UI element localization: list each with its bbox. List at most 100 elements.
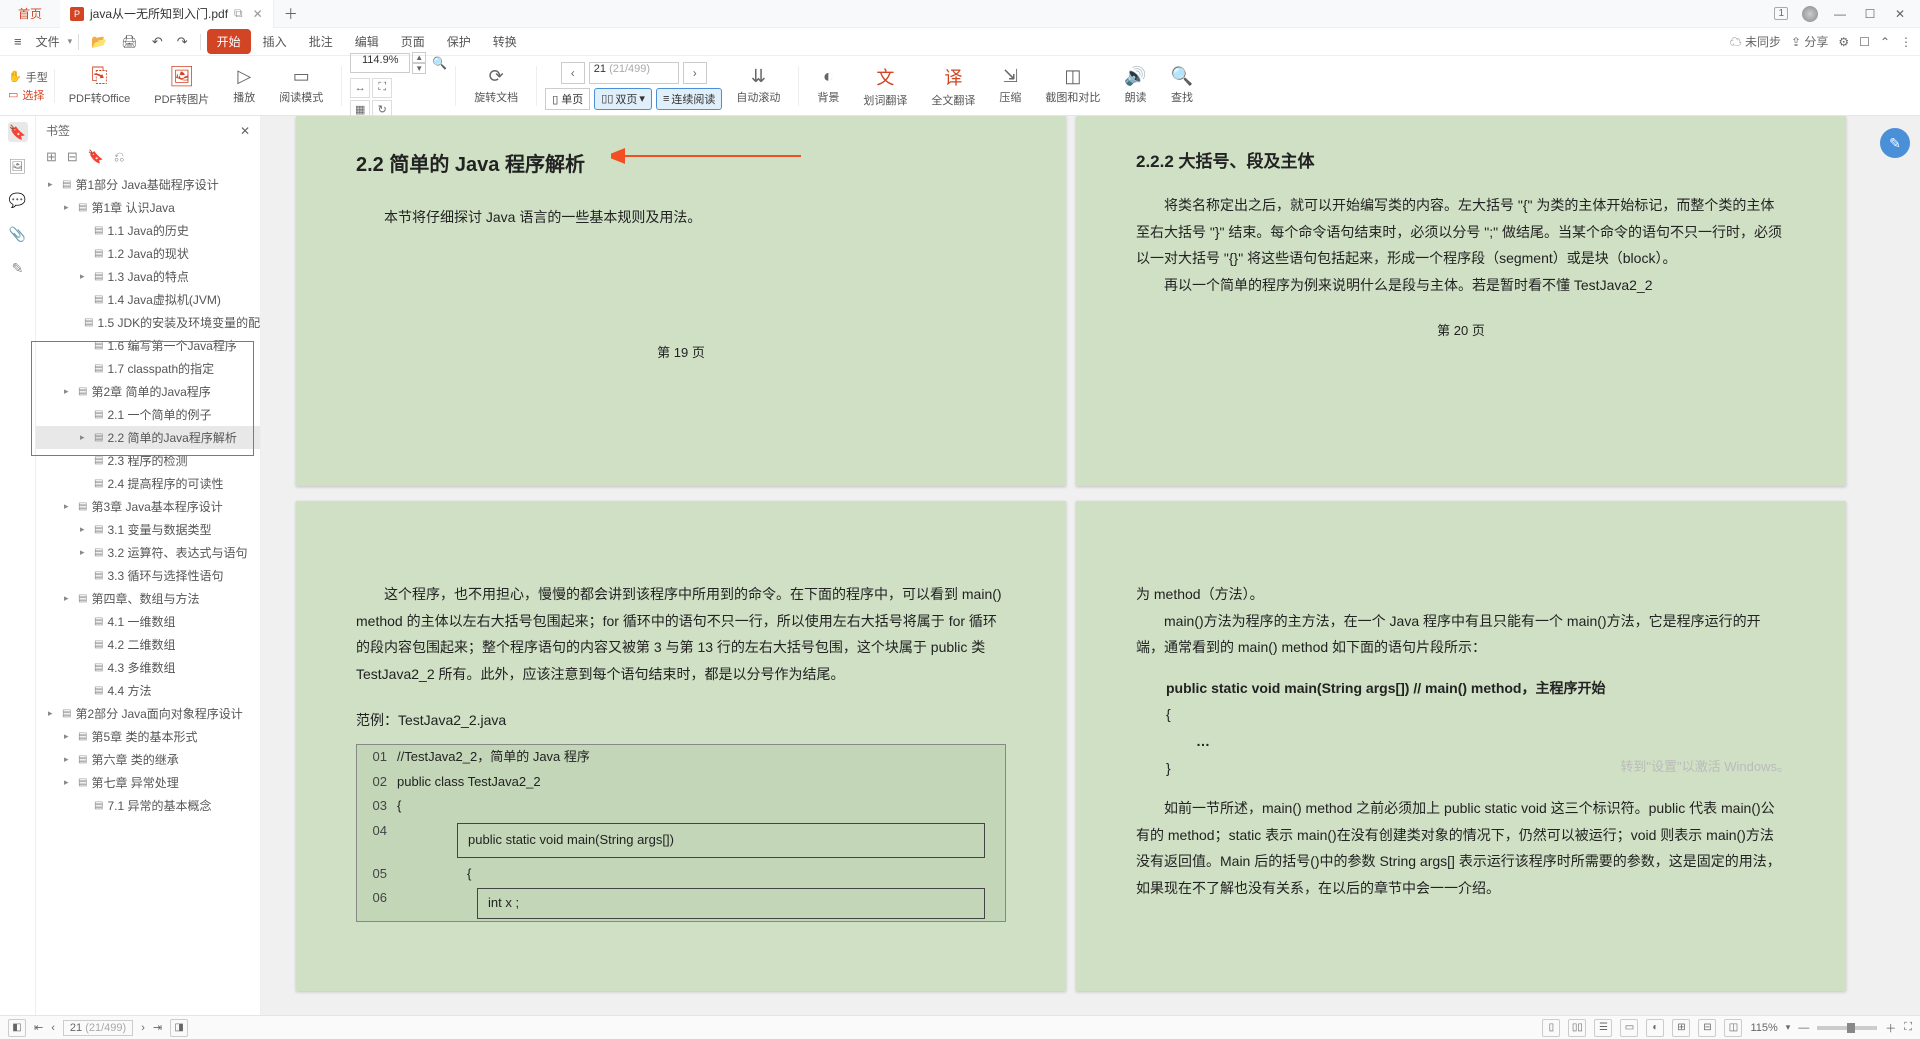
bookmark-item[interactable]: ▸▤第2章 简单的Java程序 [36,380,260,403]
misc-2-icon[interactable]: ⊟ [1698,1019,1716,1037]
menu-tab-convert[interactable]: 转换 [483,29,527,54]
menu-tab-protect[interactable]: 保护 [437,29,481,54]
zoom-magnify-icon[interactable]: 🔍 [432,56,447,70]
bookmark-item[interactable]: ▸▤2.2 简单的Java程序解析 [36,426,260,449]
zoom-input[interactable]: 114.9% [350,53,410,73]
sync-status[interactable]: ☁ 未同步 [1730,33,1781,50]
fullscreen-status-icon[interactable]: ⛶ [1904,1021,1912,1034]
settings-icon[interactable]: ⚙ [1838,35,1849,49]
bookmark-item[interactable]: ▤2.4 提高程序的可读性 [36,472,260,495]
zoom-control[interactable]: 114.9% ▲▼ 🔍 [350,52,447,74]
prev-page-button[interactable]: ‹ [561,62,585,84]
attachment-rail-icon[interactable]: 📎 [8,224,28,244]
bookmark-item[interactable]: ▸▤第5章 类的基本形式 [36,725,260,748]
select-tool[interactable]: ▭选择 [8,87,48,103]
sidebar-toggle-icon[interactable]: ◧ [8,1019,26,1037]
bookmark-item[interactable]: ▸▤3.2 运算符、表达式与语句 [36,541,260,564]
night-mode-icon[interactable]: ◐ [1646,1019,1664,1037]
bookmark-item[interactable]: ▤7.1 异常的基本概念 [36,794,260,817]
pdf-to-office-button[interactable]: ⎘PDF转Office [59,65,141,106]
more-icon[interactable]: ⋮ [1900,35,1912,49]
menu-tab-start[interactable]: 开始 [207,29,251,54]
bookmark-item[interactable]: ▸▤第1部分 Java基础程序设计 [36,173,260,196]
floating-tool-badge[interactable]: ✎ [1880,128,1910,158]
redo-icon[interactable]: ↷ [171,30,194,54]
undo-icon[interactable]: ↶ [146,30,169,54]
bookmark-item[interactable]: ▤2.1 一个简单的例子 [36,403,260,426]
bookmark-item[interactable]: ▤1.6 编写第一个Java程序 [36,334,260,357]
zoom-down[interactable]: ▼ [412,63,426,74]
file-menu[interactable]: 文件 [30,33,66,50]
next-page-button[interactable]: › [683,62,707,84]
bookmark-item[interactable]: ▤1.7 classpath的指定 [36,357,260,380]
layout-2-icon[interactable]: ▯▯ [1568,1019,1586,1037]
fit-width-icon[interactable]: ↔ [350,78,370,98]
misc-1-icon[interactable]: ⊞ [1672,1019,1690,1037]
hand-tool[interactable]: ✋手型 [8,69,48,85]
single-page-button[interactable]: ▯ 单页 [545,88,590,110]
read-aloud-button[interactable]: 🔊朗读 [1114,66,1156,105]
auto-scroll-button[interactable]: ⇊自动滚动 [726,66,790,105]
bm-expand-icon[interactable]: ⊞ [46,149,57,165]
menu-tab-page[interactable]: 页面 [391,29,435,54]
bookmark-item[interactable]: ▸▤第七章 异常处理 [36,771,260,794]
presentation-icon[interactable]: ▭ [1620,1019,1638,1037]
close-tab-icon[interactable]: ✕ [253,7,263,21]
bookmark-rail-icon[interactable]: 🔖 [8,122,28,142]
bookmark-item[interactable]: ▸▤1.3 Java的特点 [36,265,260,288]
thumbnails-rail-icon[interactable]: 🖼 [8,156,28,176]
bookmark-item[interactable]: ▤4.2 二维数组 [36,633,260,656]
open-icon[interactable]: 📂 [85,30,113,54]
background-button[interactable]: ◐背景 [807,66,849,105]
full-translate-button[interactable]: 译全文翻译 [921,64,985,108]
pdf-to-image-button[interactable]: 🖼PDF转图片 [144,64,219,107]
zoom-slider[interactable] [1817,1026,1877,1030]
duplicate-tab-icon[interactable]: ⧉ [234,6,243,21]
bookmark-item[interactable]: ▸▤第六章 类的继承 [36,748,260,771]
tab-file-active[interactable]: P java从一无所知到入门.pdf ⧉ ✕ [60,0,274,28]
bm-add-icon[interactable]: 🔖 [88,149,104,165]
menu-tab-insert[interactable]: 插入 [253,29,297,54]
menu-tab-edit[interactable]: 编辑 [345,29,389,54]
bm-nav-icon[interactable]: ⎌ [114,149,124,165]
hamburger-icon[interactable]: ≡ [8,30,28,53]
share-button[interactable]: ⇪ 分享 [1791,33,1828,50]
screenshot-compare-button[interactable]: ◫截图和对比 [1035,66,1110,105]
user-avatar-icon[interactable] [1802,6,1818,22]
bookmark-item[interactable]: ▸▤第1章 认识Java [36,196,260,219]
close-window-button[interactable]: ✕ [1892,6,1908,22]
comment-rail-icon[interactable]: 💬 [8,190,28,210]
play-button[interactable]: ▷播放 [223,66,265,105]
zoom-up[interactable]: ▲ [412,52,426,63]
document-viewport[interactable]: 2.2 简单的 Java 程序解析 本节将仔细探讨 Java 语言的一些基本规则… [261,116,1920,1015]
bookmark-item[interactable]: ▤1.5 JDK的安装及环境变量的配置 [36,311,260,334]
signature-rail-icon[interactable]: ✎ [8,258,28,278]
bookmark-item[interactable]: ▤1.1 Java的历史 [36,219,260,242]
first-page-icon[interactable]: ⇤ [34,1021,43,1034]
bookmark-item[interactable]: ▤1.4 Java虚拟机(JVM) [36,288,260,311]
find-button[interactable]: 🔍查找 [1161,66,1203,105]
collapse-ribbon-icon[interactable]: ⌃ [1880,35,1890,49]
bookmark-item[interactable]: ▸▤第2部分 Java面向对象程序设计 [36,702,260,725]
bm-collapse-icon[interactable]: ⊟ [67,149,78,165]
last-page-icon[interactable]: ⇥ [153,1021,162,1034]
bookmark-item[interactable]: ▤4.3 多维数组 [36,656,260,679]
bookmark-item[interactable]: ▤2.3 程序的检测 [36,449,260,472]
bookmark-item[interactable]: ▸▤3.1 变量与数据类型 [36,518,260,541]
prev-page-status-icon[interactable]: ‹ [51,1022,55,1034]
maximize-button[interactable]: ☐ [1862,6,1878,22]
new-tab-button[interactable]: ＋ [274,4,308,24]
zoom-out-status-icon[interactable]: — [1798,1022,1809,1034]
zoom-in-status-icon[interactable]: ＋ [1885,1020,1896,1036]
bookmark-item[interactable]: ▤4.1 一维数组 [36,610,260,633]
window-icon[interactable]: ☐ [1859,35,1870,49]
next-page-status-icon[interactable]: › [141,1022,145,1034]
word-translate-button[interactable]: 文划词翻译 [853,64,917,108]
view-toggle-icon[interactable]: ◨ [170,1019,188,1037]
fit-page-icon[interactable]: ⛶ [372,78,392,98]
minimize-button[interactable]: — [1832,6,1848,22]
close-bookmark-icon[interactable]: ✕ [240,124,250,138]
zoom-level-status[interactable]: 115% [1750,1022,1777,1034]
layout-3-icon[interactable]: ☰ [1594,1019,1612,1037]
compress-button[interactable]: ⇲压缩 [989,66,1031,105]
